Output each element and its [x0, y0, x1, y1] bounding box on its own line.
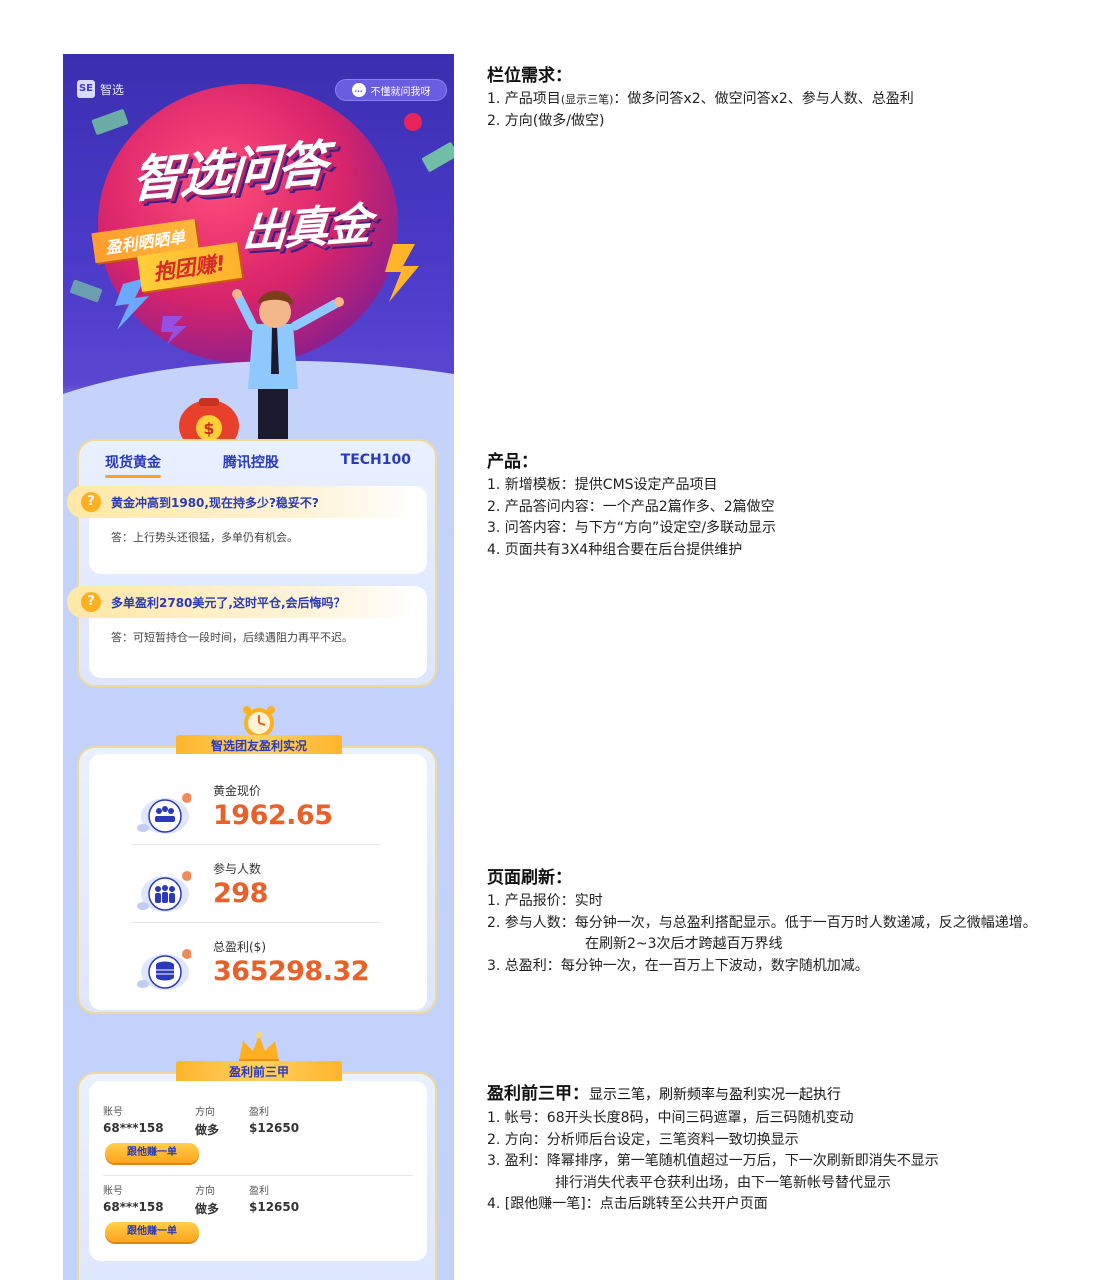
stat-total-profit: 总盈利($) 365298.32 — [131, 932, 381, 1002]
question-mark-icon: ? — [81, 592, 101, 612]
answer-text: 答：可短暂持仓一段时间，后续遇阻力再平不迟。 — [111, 631, 353, 644]
account-column: 账号 68***158 — [103, 1182, 164, 1214]
note-heading: 栏位需求： — [487, 66, 572, 86]
answer-text: 答：上行势头还很猛，多单仍有机会。 — [111, 531, 298, 544]
crown-icon — [239, 1032, 279, 1064]
note-top3: 盈利前三甲：显示三笔，刷新频率与盈利实况一起执行 1. 帐号：68开头长度8码，… — [487, 1081, 1097, 1216]
note-line: 4. 页面共有3X4种组合要在后台提供维护 — [487, 541, 743, 558]
note-line: 1. 产品报价：实时 — [487, 893, 603, 909]
coins-icon — [137, 949, 191, 990]
divider — [131, 844, 381, 845]
direction-header: 方向 — [195, 1107, 215, 1118]
top3-title: 盈利前三甲 — [176, 1061, 342, 1083]
tab-tech100[interactable]: TECH100 — [329, 452, 423, 476]
note-heading-sub: 显示三笔，刷新频率与盈利实况一起执行 — [589, 1087, 841, 1103]
chat-bubble-icon: … — [351, 83, 366, 97]
stat-value: 298 — [213, 878, 268, 909]
phone-mockup: $ SE 智选 … 不懂就问我呀 智选问答 出真金 盈利晒晒单 抱团赚! 现货黄… — [63, 54, 454, 1280]
note-line-continued: 排行消失代表平仓获利出场，由下一笔新帐号替代显示 — [555, 1174, 891, 1191]
profit-value: $12650 — [249, 1121, 300, 1135]
qa-item: ? 多单盈利2780美元了,这时平仓,会后悔吗？ 答：可短暂持仓一段时间，后续遇… — [67, 586, 427, 678]
divider — [131, 922, 381, 923]
note-line-small: (显示三笔) — [560, 93, 614, 106]
account-column: 账号 68***158 — [103, 1103, 164, 1135]
account-value: 68***158 — [103, 1121, 164, 1135]
note-line: 3. 总盈利：每分钟一次，在一百万上下波动，数字随机加减。 — [487, 957, 869, 974]
direction-header: 方向 — [195, 1186, 215, 1197]
question-mark-icon: ? — [81, 492, 101, 512]
note-line: 3. 问答内容：与下方“方向”设定空/多联动显示 — [487, 520, 777, 536]
note-line: 4. [跟他赚一笔]：点击后跳转至公共开户页面 — [487, 1196, 768, 1212]
group-meeting-icon — [137, 793, 191, 834]
svg-text:$: $ — [203, 419, 214, 438]
note-line: 2. 参与人数：每分钟一次，与总盈利搭配显示。低于一百万时人数递减，反之微幅递增… — [487, 914, 1037, 931]
direction-value: 做多 — [195, 1202, 220, 1216]
stat-label: 参与人数 — [213, 862, 262, 876]
tab-spot-gold[interactable]: 现货黄金 — [93, 452, 173, 478]
help-button[interactable]: … 不懂就问我呀 — [335, 79, 447, 101]
note-line: 2. 产品答问内容：一个产品2篇作多、2篇做空 — [487, 498, 775, 515]
account-value: 68***158 — [103, 1200, 164, 1214]
qa-item: ? 黄金冲高到1980,现在持多少?稳妥不? 答：上行势头还很猛，多单仍有机会。 — [67, 486, 427, 574]
note-line: 2. 方向(做多/做空) — [487, 112, 605, 129]
question-text: 黄金冲高到1980,现在持多少?稳妥不? — [111, 495, 319, 510]
profit-column: 盈利 $12650 — [249, 1103, 299, 1135]
note-line: 2. 方向：分析师后台设定，三笔资料一致切换显示 — [487, 1131, 799, 1148]
profit-column: 盈利 $12650 — [249, 1182, 299, 1214]
account-header: 账号 — [103, 1186, 123, 1197]
question-text: 多单盈利2780美元了,这时平仓,会后悔吗？ — [111, 595, 346, 610]
profit-header: 盈利 — [249, 1186, 269, 1197]
profit-value: $12650 — [249, 1200, 300, 1214]
note-line-suffix: ：做多问答x2、做空问答x2、参与人数、总盈利 — [613, 91, 914, 107]
stat-gold-price: 黄金现价 1962.65 — [131, 776, 381, 846]
note-heading: 页面刷新： — [487, 868, 572, 888]
product-tabs: 现货黄金 腾讯控股 TECH100 — [93, 452, 423, 478]
divider — [103, 1175, 413, 1176]
follow-trade-button[interactable]: 跟他赚一单 — [105, 1143, 199, 1163]
stat-value: 1962.65 — [213, 800, 333, 831]
note-line: 3. 盈利：降幂排序，第一笔随机值超过一万后，下一次刷新即消失不显示 — [487, 1153, 939, 1169]
note-refresh: 页面刷新： 1. 产品报价：实时 2. 参与人数：每分钟一次，与总盈利搭配显示。… — [487, 865, 1097, 977]
direction-value: 做多 — [195, 1123, 220, 1137]
top3-row: 账号 68***158 方向 做多 盈利 $12650 跟他赚一单 — [103, 1182, 413, 1256]
stat-value: 365298.32 — [213, 956, 370, 987]
note-heading-text: 盈利前三甲： — [487, 1084, 589, 1104]
hero-title-line2: 出真金 — [240, 198, 371, 259]
question-bar: ? 多单盈利2780美元了,这时平仓,会后悔吗？ — [67, 586, 417, 618]
brand-logo-icon: SE — [77, 80, 95, 98]
note-heading: 产品： — [487, 452, 538, 472]
note-product: 产品： 1. 新增模板：提供CMS设定产品项目 2. 产品答问内容：一个产品2篇… — [487, 449, 1097, 561]
account-header: 账号 — [103, 1107, 123, 1118]
stat-label: 黄金现价 — [213, 784, 262, 798]
brand-logo: SE 智选 — [77, 80, 124, 98]
note-line-prefix: 1. 产品项目 — [487, 91, 561, 107]
direction-column: 方向 做多 — [195, 1182, 219, 1217]
follow-trade-button[interactable]: 跟他赚一单 — [105, 1222, 199, 1242]
top3-card: 账号 68***158 方向 做多 盈利 $12650 跟他赚一单 账号 68*… — [89, 1081, 427, 1261]
question-bar: ? 黄金冲高到1980,现在持多少?稳妥不? — [67, 486, 417, 518]
people-icon — [137, 871, 191, 912]
note-line: 1. 帐号：68开头长度8码，中间三码遮罩，后三码随机变动 — [487, 1110, 854, 1126]
direction-column: 方向 做多 — [195, 1103, 219, 1138]
help-button-label: 不懂就问我呀 — [370, 86, 431, 98]
stat-label: 总盈利($) — [213, 940, 266, 954]
tab-tencent[interactable]: 腾讯控股 — [211, 452, 291, 476]
note-line-continued: 在刷新2~3次后才跨越百万界线 — [585, 936, 783, 952]
top3-row: 账号 68***158 方向 做多 盈利 $12650 跟他赚一单 — [103, 1103, 413, 1177]
brand-name: 智选 — [100, 82, 125, 97]
note-heading: 盈利前三甲：显示三笔，刷新频率与盈利实况一起执行 — [487, 1081, 1097, 1108]
note-line: 1. 产品项目(显示三笔)：做多问答x2、做空问答x2、参与人数、总盈利 — [487, 89, 1097, 111]
note-columns: 栏位需求： 1. 产品项目(显示三笔)：做多问答x2、做空问答x2、参与人数、总… — [487, 63, 1097, 132]
stat-participants: 参与人数 298 — [131, 854, 381, 924]
note-line: 1. 新增模板：提供CMS设定产品项目 — [487, 477, 718, 493]
profit-header: 盈利 — [249, 1107, 269, 1118]
stats-card: 黄金现价 1962.65 参与人数 298 总盈利($) 365298.32 — [89, 754, 427, 1010]
